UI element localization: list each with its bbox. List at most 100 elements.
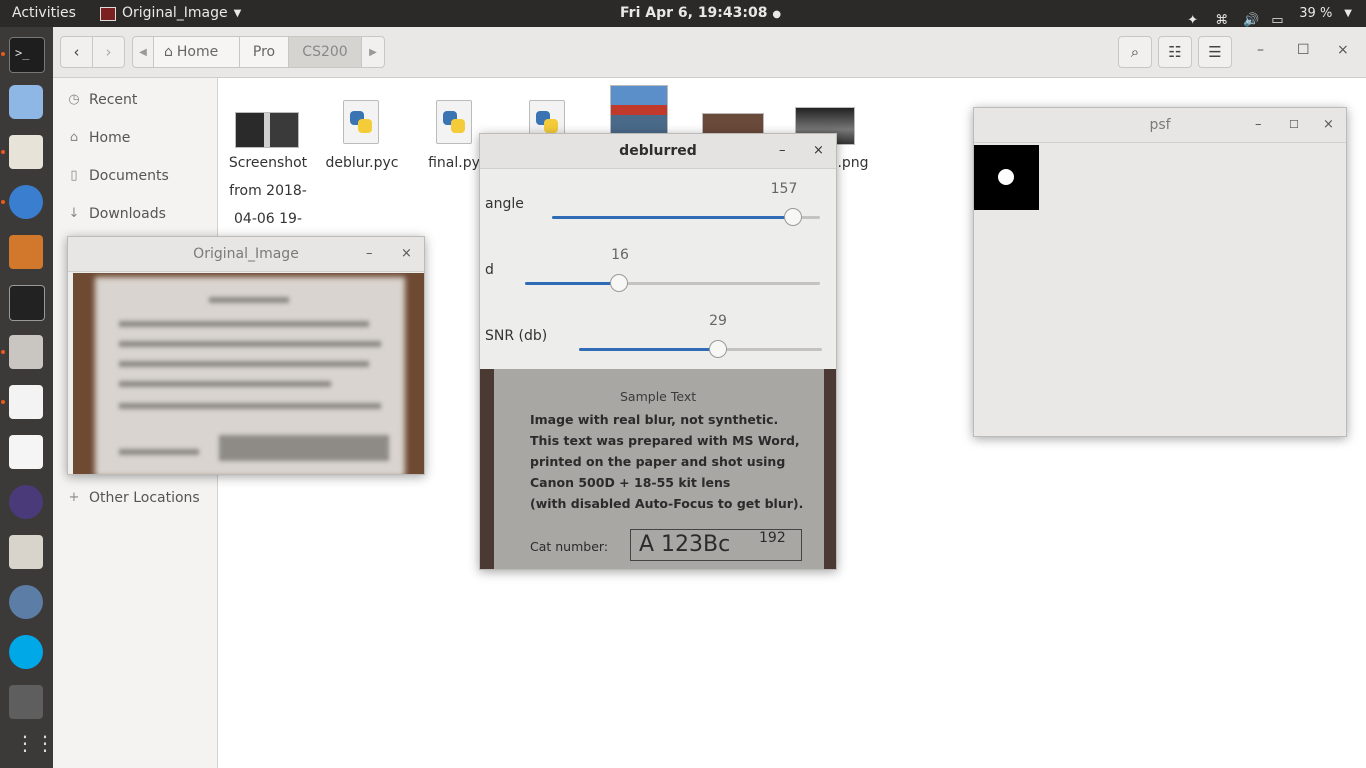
video-editor-icon[interactable] — [9, 285, 45, 321]
file-final-py[interactable]: final.py — [423, 149, 485, 177]
app-menu-label: Original_Image — [122, 5, 228, 21]
chevron-down-icon: ▼ — [1344, 8, 1352, 19]
triangle-left-icon: ◀ — [139, 46, 147, 58]
image-line: Image with real blur, not synthetic. — [530, 412, 779, 427]
image-line: (with disabled Auto-Focus to get blur). — [530, 496, 804, 511]
close-button[interactable]: × — [1323, 108, 1334, 142]
app-icon — [100, 6, 116, 21]
slider-value-d: 16 — [611, 247, 629, 263]
forward-button[interactable]: › — [92, 36, 125, 68]
list-view-icon: ☷ — [1168, 43, 1182, 61]
file-name-line: from 2018- — [229, 183, 307, 199]
close-button[interactable]: × — [813, 134, 824, 168]
calculator-icon[interactable] — [9, 685, 43, 719]
slider-handle-d[interactable] — [610, 274, 629, 292]
download-icon: ↓ — [68, 206, 80, 221]
show-applications-icon[interactable]: ⋮⋮ — [9, 729, 55, 763]
header-bar: ‹ › ◀ ⌂ Home Pro CS200 ▶ ⌕ ☷ ☰ – ☐ × — [53, 27, 1366, 78]
slider-value-angle: 157 — [770, 181, 798, 197]
slider-handle-angle[interactable] — [784, 208, 803, 226]
back-button[interactable]: ‹ — [60, 36, 93, 68]
activities-button[interactable]: Activities — [12, 0, 76, 27]
volume-icon: 🔊 — [1243, 12, 1260, 28]
sidebar-item-label: Other Locations — [89, 490, 200, 506]
sidebar-item-documents[interactable]: ▯ Documents — [67, 164, 169, 188]
slider-handle-snr[interactable] — [708, 340, 727, 358]
pdf-viewer-icon[interactable] — [9, 385, 43, 419]
running-indicator — [1, 52, 5, 56]
maximize-button[interactable]: ☐ — [1297, 42, 1310, 58]
home-icon: ⌂ — [164, 44, 173, 60]
battery-percent: 39 % — [1299, 6, 1333, 21]
breadcrumb-scroll-left[interactable]: ◀ — [132, 36, 154, 68]
file-deblur-pyc[interactable]: deblur.pyc — [321, 149, 403, 177]
breadcrumb-home-label: Home — [176, 44, 219, 60]
accessibility-icon: ✦ — [1187, 12, 1199, 28]
menu-button[interactable]: ☰ — [1198, 36, 1232, 68]
virtualbox-icon[interactable] — [9, 85, 43, 119]
breadcrumb-scroll-right[interactable]: ▶ — [361, 36, 385, 68]
psf-dot — [998, 169, 1014, 185]
file-thumbnail-bridge[interactable] — [611, 86, 667, 134]
close-button[interactable]: × — [1337, 42, 1349, 58]
slider-fill-d — [525, 282, 620, 285]
notification-dot-icon: ● — [772, 9, 782, 20]
running-indicator — [1, 200, 5, 204]
sidebar-item-downloads[interactable]: ↓ Downloads — [67, 202, 166, 226]
close-button[interactable]: × — [401, 237, 412, 271]
text-editor-icon[interactable] — [9, 135, 43, 169]
chevron-right-icon: › — [105, 43, 112, 61]
breadcrumb-cs200[interactable]: CS200 — [288, 36, 362, 68]
battery-icon: ▭ — [1271, 12, 1284, 28]
file-name-line: Screenshot — [228, 155, 308, 171]
view-toggle-button[interactable]: ☷ — [1158, 36, 1192, 68]
breadcrumb-home[interactable]: ⌂ Home — [153, 36, 240, 68]
search-button[interactable]: ⌕ — [1118, 36, 1152, 68]
sidebar-item-other-locations[interactable]: + Other Locations — [67, 486, 200, 510]
app-menu[interactable]: Original_Image ▼ — [100, 0, 241, 27]
chevron-down-icon: ▼ — [233, 8, 242, 19]
speaker-icon[interactable] — [9, 535, 43, 569]
terminal-icon[interactable]: >_ — [9, 37, 45, 73]
image-line: Canon 500D + 18-55 kit lens — [530, 475, 731, 490]
slider-value-snr: 29 — [709, 313, 727, 329]
sidebar-item-recent[interactable]: ◷ Recent — [67, 88, 137, 112]
running-indicator — [1, 400, 5, 404]
system-tray[interactable]: ✦ ⌘ 🔊 ▭ 39 % ▼ — [1187, 0, 1352, 28]
eclipse-icon[interactable] — [9, 485, 43, 519]
file-thumbnail-screenshot[interactable] — [236, 113, 298, 147]
slider-label-snr: SNR (db) — [485, 328, 548, 344]
chevron-left-icon: ‹ — [73, 43, 80, 61]
layers-icon[interactable] — [9, 235, 43, 269]
triangle-right-icon: ▶ — [369, 46, 377, 58]
dock: >_ ⋮⋮ — [0, 27, 55, 768]
minimize-button[interactable]: – — [366, 237, 373, 271]
sidebar-item-label: Home — [89, 130, 131, 146]
image-line: This text was prepared with MS Word, — [530, 433, 800, 448]
minimize-button[interactable]: – — [1257, 42, 1264, 58]
sidebar-item-home[interactable]: ⌂ Home — [67, 126, 130, 150]
maximize-button[interactable]: ☐ — [1289, 108, 1299, 142]
plus-icon: + — [68, 490, 80, 505]
cat-number-label: Cat number: — [530, 539, 609, 554]
cat-number-box: A 123Bc 192 — [630, 529, 802, 561]
files-icon[interactable] — [9, 335, 43, 369]
minimize-button[interactable]: – — [779, 134, 786, 168]
skype-icon[interactable] — [9, 635, 43, 669]
chromium-icon[interactable] — [9, 185, 43, 219]
clock[interactable]: Fri Apr 6, 19:43:08 ● — [620, 0, 781, 27]
file-png[interactable]: .png — [833, 149, 873, 177]
python-file-icon[interactable] — [436, 100, 472, 144]
sidebar-item-label: Downloads — [89, 206, 166, 222]
running-indicator — [1, 350, 5, 354]
document-icon[interactable] — [9, 435, 43, 469]
postgresql-icon[interactable] — [9, 585, 43, 619]
breadcrumb-pro[interactable]: Pro — [239, 36, 289, 68]
network-icon: ⌘ — [1215, 12, 1229, 28]
sidebar-item-label: Documents — [89, 168, 169, 184]
python-file-icon[interactable] — [343, 100, 379, 144]
minimize-button[interactable]: – — [1255, 108, 1262, 142]
clock-label: Fri Apr 6, 19:43:08 — [620, 5, 768, 21]
slider-fill-angle — [552, 216, 794, 219]
file-screenshot[interactable]: Screenshot from 2018- 04-06 19- — [225, 149, 311, 233]
